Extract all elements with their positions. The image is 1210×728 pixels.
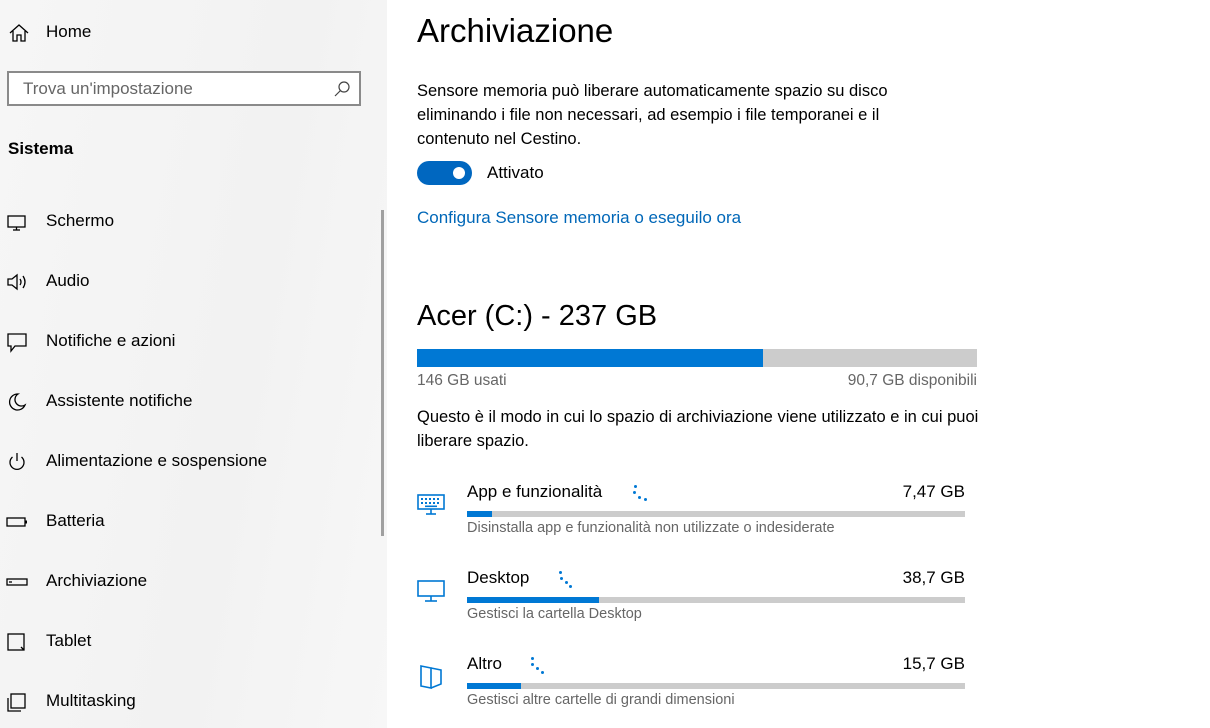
sidebar-item-tablet[interactable]: Tablet xyxy=(0,619,380,665)
category-size: 38,7 GB xyxy=(902,568,965,587)
desktop-icon xyxy=(417,580,445,602)
category-subtitle: Gestisci altre cartelle di grandi dimens… xyxy=(467,692,735,708)
toggle-state-label: Attivato xyxy=(487,163,544,182)
sidebar: Home Sistema Schermo Audio Notifiche e a… xyxy=(0,0,387,728)
folder-icon xyxy=(420,665,442,689)
search-input[interactable] xyxy=(23,79,323,99)
configure-storage-sense-link[interactable]: Configura Sensore memoria o eseguilo ora xyxy=(417,208,741,228)
category-subtitle: Disinstalla app e funzionalità non utili… xyxy=(467,520,835,536)
usage-description: Questo è il modo in cui lo spazio di arc… xyxy=(417,408,979,450)
sidebar-item-label: Archiviazione xyxy=(46,571,148,590)
keyboard-icon xyxy=(417,494,445,515)
sidebar-item-label: Notifiche e azioni xyxy=(46,331,176,350)
category-usage-fill xyxy=(467,597,599,603)
section-title: Sistema xyxy=(8,139,74,158)
sidebar-item-label: Multitasking xyxy=(46,691,136,710)
search-icon[interactable] xyxy=(333,80,351,98)
storage-sense-toggle[interactable] xyxy=(417,161,472,185)
sidebar-item-label: Assistente notifiche xyxy=(46,391,193,410)
category-size: 15,7 GB xyxy=(902,654,965,673)
loading-spinner-icon xyxy=(528,654,546,674)
page-title: Archiviazione xyxy=(417,12,614,49)
notification-icon xyxy=(7,333,27,353)
sidebar-item-multitasking[interactable]: Multitasking xyxy=(0,679,380,725)
sidebar-item-label: Alimentazione e sospensione xyxy=(46,451,268,470)
sidebar-item-alimentazione[interactable]: Alimentazione e sospensione xyxy=(0,439,380,485)
sidebar-item-notifiche[interactable]: Notifiche e azioni xyxy=(0,319,380,365)
sidebar-item-archiviazione[interactable]: Archiviazione xyxy=(0,559,380,605)
home-label: Home xyxy=(46,22,92,41)
category-size: 7,47 GB xyxy=(902,482,965,501)
category-usage-bar xyxy=(467,683,965,689)
main-content: Archiviazione Sensore memoria può libera… xyxy=(417,0,1177,728)
free-space-label: 90,7 GB disponibili xyxy=(847,372,977,389)
category-name: App e funzionalità xyxy=(467,482,603,501)
sidebar-scrollbar[interactable] xyxy=(381,210,384,536)
drive-usage-bar xyxy=(417,349,977,367)
used-space-label: 146 GB usati xyxy=(417,372,507,389)
category-usage-fill xyxy=(467,511,492,517)
storage-sense-description: Sensore memoria può liberare automaticam… xyxy=(417,82,888,148)
speaker-icon xyxy=(7,273,26,291)
category-name: Altro xyxy=(467,654,502,673)
moon-icon xyxy=(9,393,27,411)
home-nav-item[interactable]: Home xyxy=(0,14,380,50)
sidebar-item-batteria[interactable]: Batteria xyxy=(0,499,380,545)
category-apps[interactable]: App e funzionalità 7,47 GB Disinstalla a… xyxy=(417,480,977,550)
sidebar-item-schermo[interactable]: Schermo xyxy=(0,199,380,245)
category-other[interactable]: Altro 15,7 GB Gestisci altre cartelle di… xyxy=(417,652,977,722)
drive-usage-fill xyxy=(417,349,763,367)
sidebar-item-audio[interactable]: Audio xyxy=(0,259,380,305)
sidebar-item-label: Tablet xyxy=(46,631,92,650)
category-usage-bar xyxy=(467,511,965,517)
multitasking-icon xyxy=(7,693,26,712)
home-icon xyxy=(9,24,29,42)
category-name: Desktop xyxy=(467,568,530,587)
search-box[interactable] xyxy=(7,71,361,106)
category-usage-fill xyxy=(467,683,521,689)
category-desktop[interactable]: Desktop 38,7 GB Gestisci la cartella Des… xyxy=(417,566,977,636)
sidebar-item-assistente-notifiche[interactable]: Assistente notifiche xyxy=(0,379,380,425)
tablet-icon xyxy=(7,633,25,651)
power-icon xyxy=(9,453,25,471)
battery-icon xyxy=(6,517,27,527)
sidebar-item-label: Audio xyxy=(46,271,90,290)
loading-spinner-icon xyxy=(631,482,649,502)
sidebar-item-label: Batteria xyxy=(46,511,105,530)
monitor-icon xyxy=(7,215,26,231)
drive-title: Acer (C:) - 237 GB xyxy=(417,300,658,332)
toggle-knob xyxy=(453,167,465,179)
sidebar-item-label: Schermo xyxy=(46,211,115,230)
loading-spinner-icon xyxy=(556,568,574,588)
category-usage-bar xyxy=(467,597,965,603)
category-subtitle: Gestisci la cartella Desktop xyxy=(467,606,642,622)
storage-icon xyxy=(6,578,28,586)
